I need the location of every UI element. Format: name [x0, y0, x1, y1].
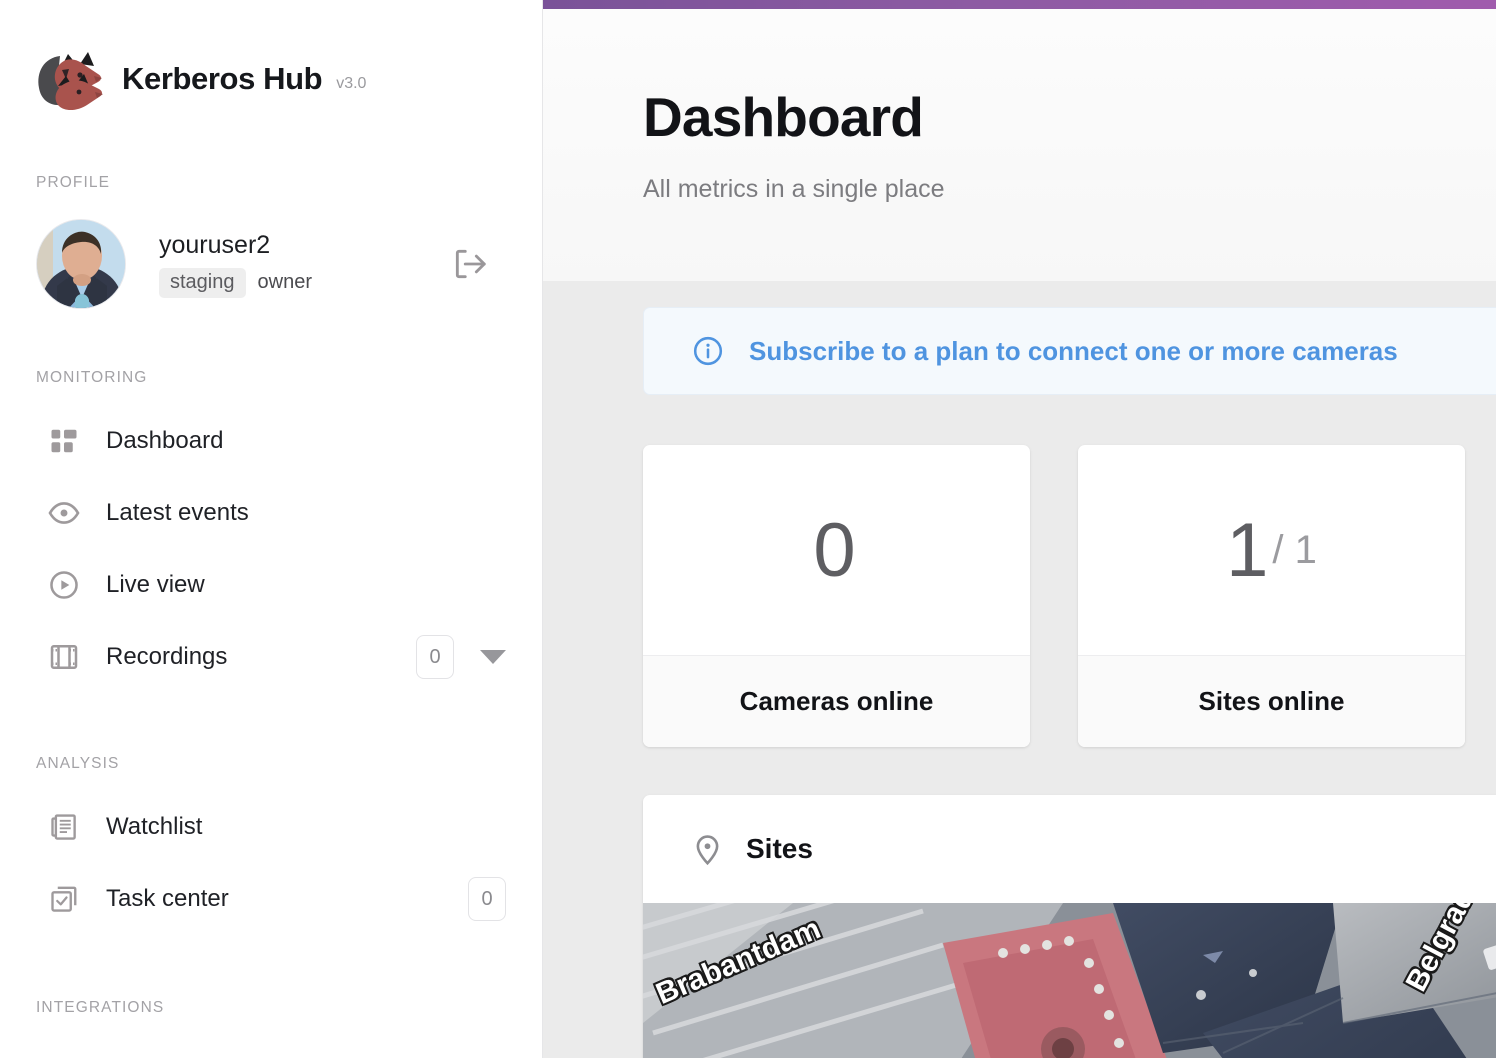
- role-label: owner: [258, 271, 312, 294]
- film-icon: [47, 640, 81, 674]
- brand-name: Kerberos Hub: [122, 61, 322, 97]
- section-label-integrations: INTEGRATIONS: [0, 999, 542, 1017]
- sites-panel: Sites: [643, 795, 1496, 1058]
- sidebar-item-live-view[interactable]: Live view: [0, 549, 542, 621]
- subscribe-alert-text[interactable]: Subscribe to a plan to connect one or mo…: [749, 336, 1398, 367]
- accent-topbar: [543, 0, 1496, 9]
- recordings-count-badge: 0: [416, 635, 454, 679]
- sidebar-item-label: Task center: [106, 885, 468, 913]
- info-circle-icon: [692, 335, 724, 367]
- eye-icon: [47, 496, 81, 530]
- sidebar-item-label: Recordings: [106, 643, 416, 671]
- stat-label: Sites online: [1078, 655, 1465, 747]
- sidebar-item-watchlist[interactable]: Watchlist: [0, 791, 542, 863]
- profile-row[interactable]: youruser2 staging owner: [0, 217, 542, 311]
- sidebar-item-latest-events[interactable]: Latest events: [0, 477, 542, 549]
- stat-denominator: / 1: [1272, 528, 1316, 573]
- content-body: Subscribe to a plan to connect one or mo…: [543, 307, 1496, 1058]
- app-root: Kerberos Hub v3.0 PROFILE: [0, 0, 1496, 1058]
- sites-map[interactable]: Brabantdam Burrito's Belgrad Apothe: [643, 903, 1496, 1058]
- stat-value: 0: [643, 445, 1030, 655]
- avatar: [36, 219, 126, 309]
- page-title: Dashboard: [643, 85, 1496, 149]
- brand-version: v3.0: [336, 65, 366, 93]
- logout-icon[interactable]: [444, 238, 496, 290]
- sidebar-item-label: Dashboard: [106, 427, 506, 455]
- sidebar-item-dashboard[interactable]: Dashboard: [0, 405, 542, 477]
- main-content: Dashboard All metrics in a single place …: [543, 0, 1496, 1058]
- sites-panel-title: Sites: [746, 833, 1496, 865]
- brand[interactable]: Kerberos Hub v3.0: [0, 0, 542, 112]
- monitoring-nav: Dashboard Latest events: [0, 405, 542, 693]
- map-pin-icon: [691, 833, 724, 866]
- stat-cards: 0 Cameras online 1 / 1 Sites online: [643, 445, 1496, 747]
- satellite-imagery: [643, 903, 1496, 1058]
- chevron-down-icon[interactable]: [480, 650, 506, 664]
- stat-label: Cameras online: [643, 655, 1030, 747]
- sidebar: Kerberos Hub v3.0 PROFILE: [0, 0, 543, 1058]
- document-list-icon: [47, 810, 81, 844]
- cerberus-dog-logo-icon: [28, 46, 104, 112]
- sidebar-item-label: Latest events: [106, 499, 506, 527]
- play-circle-icon: [47, 568, 81, 602]
- profile-tags: staging owner: [159, 268, 444, 298]
- task-center-count-badge: 0: [468, 877, 506, 921]
- sidebar-item-label: Watchlist: [106, 813, 506, 841]
- subscribe-alert-banner[interactable]: Subscribe to a plan to connect one or mo…: [643, 307, 1496, 395]
- section-label-analysis: ANALYSIS: [0, 755, 542, 773]
- sidebar-item-task-center[interactable]: Task center 0: [0, 863, 542, 935]
- sites-panel-header: Sites: [643, 795, 1496, 903]
- stat-value: 1 / 1: [1078, 445, 1465, 655]
- sidebar-item-label: Live view: [106, 571, 506, 599]
- stat-number: 1: [1226, 507, 1268, 594]
- analysis-nav: Watchlist Task center 0: [0, 791, 542, 935]
- grid-icon: [47, 424, 81, 458]
- stat-card-sites-online[interactable]: 1 / 1 Sites online: [1078, 445, 1465, 747]
- environment-badge: staging: [159, 268, 246, 298]
- sidebar-item-recordings[interactable]: Recordings 0: [0, 621, 542, 693]
- checkbox-square-icon: [47, 882, 81, 916]
- page-header: Dashboard All metrics in a single place: [543, 9, 1496, 281]
- page-subtitle: All metrics in a single place: [643, 175, 1496, 204]
- profile-meta: youruser2 staging owner: [159, 230, 444, 297]
- stat-card-cameras-online[interactable]: 0 Cameras online: [643, 445, 1030, 747]
- stat-number: 0: [813, 507, 855, 594]
- main-scroll-area: Dashboard All metrics in a single place …: [543, 9, 1496, 1058]
- profile-username: youruser2: [159, 230, 444, 261]
- section-label-profile: PROFILE: [0, 174, 542, 192]
- section-label-monitoring: MONITORING: [0, 369, 542, 387]
